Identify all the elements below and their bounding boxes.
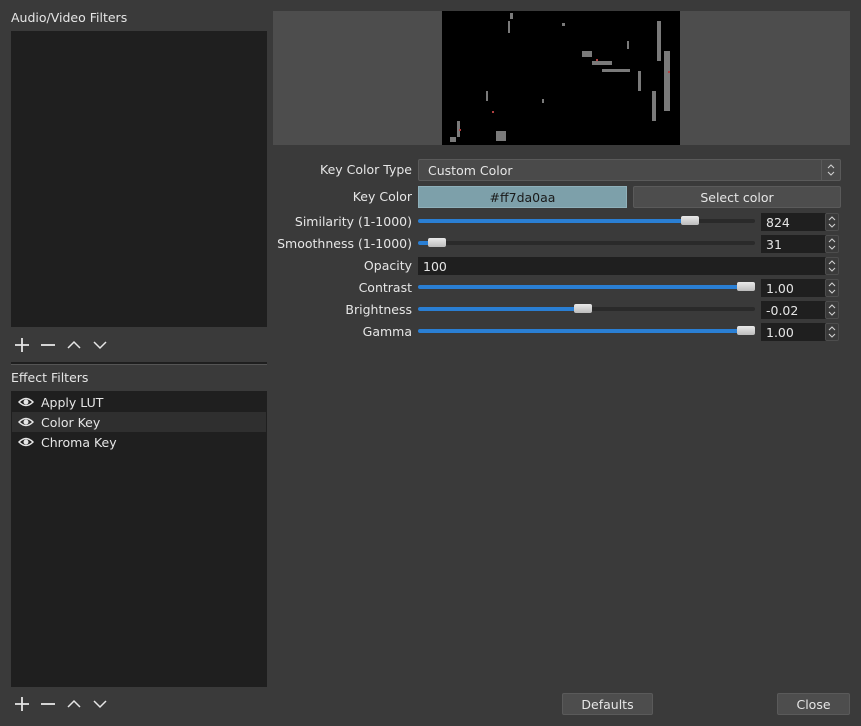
similarity-value: 824 [766, 214, 790, 230]
preview-video-frame [442, 11, 680, 145]
remove-audio-video-filter-button[interactable] [37, 335, 59, 355]
similarity-spinbox[interactable]: 824 [761, 213, 826, 231]
eye-icon[interactable] [18, 396, 34, 408]
key-color-type-value: Custom Color [428, 162, 513, 178]
effect-filter-label: Color Key [41, 414, 101, 430]
key-color-swatch: #ff7da0aa [418, 186, 627, 208]
chevron-up-down-icon [828, 304, 836, 316]
contrast-stepper[interactable] [825, 279, 839, 297]
key-color-value: #ff7da0aa [489, 189, 556, 205]
smoothness-value: 31 [766, 236, 782, 252]
contrast-spinbox[interactable]: 1.00 [761, 279, 826, 297]
effect-filters-title: Effect Filters [11, 370, 89, 385]
gamma-stepper[interactable] [825, 323, 839, 341]
move-down-icon [93, 341, 107, 350]
opacity-value: 100 [423, 258, 447, 274]
smoothness-stepper[interactable] [825, 235, 839, 253]
chevron-up-down-icon [828, 216, 836, 228]
similarity-slider-handle[interactable] [680, 216, 699, 225]
similarity-slider-fill [418, 219, 690, 223]
contrast-slider-fill [418, 285, 746, 289]
smoothness-slider[interactable] [418, 238, 755, 247]
smoothness-slider-handle[interactable] [427, 238, 446, 247]
contrast-label: Contrast [358, 280, 412, 295]
remove-icon [41, 703, 55, 705]
effect-filter-item-chroma-key[interactable]: Chroma Key [12, 432, 266, 452]
key-color-type-label: Key Color Type [320, 162, 412, 177]
key-color-type-dropdown[interactable]: Custom Color [418, 159, 841, 181]
add-effect-filter-button[interactable] [11, 694, 33, 714]
brightness-slider-fill [418, 307, 584, 311]
similarity-stepper[interactable] [825, 213, 839, 231]
panel-splitter[interactable] [11, 362, 267, 365]
contrast-slider[interactable] [418, 282, 755, 291]
audio-video-filters-list[interactable] [11, 31, 267, 327]
opacity-label: Opacity [363, 258, 412, 273]
chevron-up-down-icon [821, 160, 840, 180]
gamma-slider[interactable] [418, 326, 755, 335]
source-preview [273, 11, 850, 145]
brightness-value: -0.02 [766, 302, 799, 318]
remove-icon [41, 344, 55, 346]
effect-filter-item-color-key[interactable]: Color Key [12, 412, 266, 432]
gamma-value: 1.00 [766, 324, 794, 340]
add-icon [15, 338, 29, 352]
effect-filter-label: Chroma Key [41, 434, 117, 450]
opacity-stepper[interactable] [825, 257, 839, 275]
move-up-icon [67, 699, 81, 708]
gamma-spinbox[interactable]: 1.00 [761, 323, 826, 341]
contrast-slider-handle[interactable] [737, 282, 755, 291]
brightness-slider-handle[interactable] [574, 304, 593, 313]
smoothness-spinbox[interactable]: 31 [761, 235, 826, 253]
move-up-icon [67, 340, 81, 349]
key-color-label: Key Color [352, 189, 412, 204]
gamma-label: Gamma [362, 324, 412, 339]
select-color-button[interactable]: Select color [633, 186, 841, 208]
move-audio-video-filter-up-button[interactable] [63, 335, 85, 355]
defaults-button[interactable]: Defaults [562, 693, 653, 715]
gamma-slider-fill [418, 329, 746, 333]
move-down-icon [93, 700, 107, 709]
add-audio-video-filter-button[interactable] [11, 335, 33, 355]
move-effect-filter-up-button[interactable] [63, 694, 85, 714]
contrast-value: 1.00 [766, 280, 794, 296]
effect-filter-label: Apply LUT [41, 394, 104, 410]
eye-icon[interactable] [18, 436, 34, 448]
brightness-stepper[interactable] [825, 301, 839, 319]
brightness-spinbox[interactable]: -0.02 [761, 301, 826, 319]
smoothness-label: Smoothness (1-1000) [277, 236, 412, 251]
audio-video-filters-title: Audio/Video Filters [11, 10, 128, 25]
move-audio-video-filter-down-button[interactable] [89, 335, 111, 355]
chevron-up-down-icon [828, 326, 836, 338]
chevron-up-down-icon [828, 282, 836, 294]
effect-filter-item-apply-lut[interactable]: Apply LUT [12, 392, 266, 412]
similarity-label: Similarity (1-1000) [294, 214, 412, 229]
chevron-up-down-icon [828, 238, 836, 250]
move-effect-filter-down-button[interactable] [89, 694, 111, 714]
similarity-slider[interactable] [418, 216, 755, 225]
opacity-spinbox[interactable]: 100 [418, 257, 826, 275]
add-icon [15, 697, 29, 711]
brightness-slider[interactable] [418, 304, 755, 313]
remove-effect-filter-button[interactable] [37, 694, 59, 714]
gamma-slider-handle[interactable] [737, 326, 755, 335]
brightness-label: Brightness [345, 302, 412, 317]
eye-icon[interactable] [18, 416, 34, 428]
chevron-up-down-icon [828, 260, 836, 272]
close-button[interactable]: Close [777, 693, 850, 715]
